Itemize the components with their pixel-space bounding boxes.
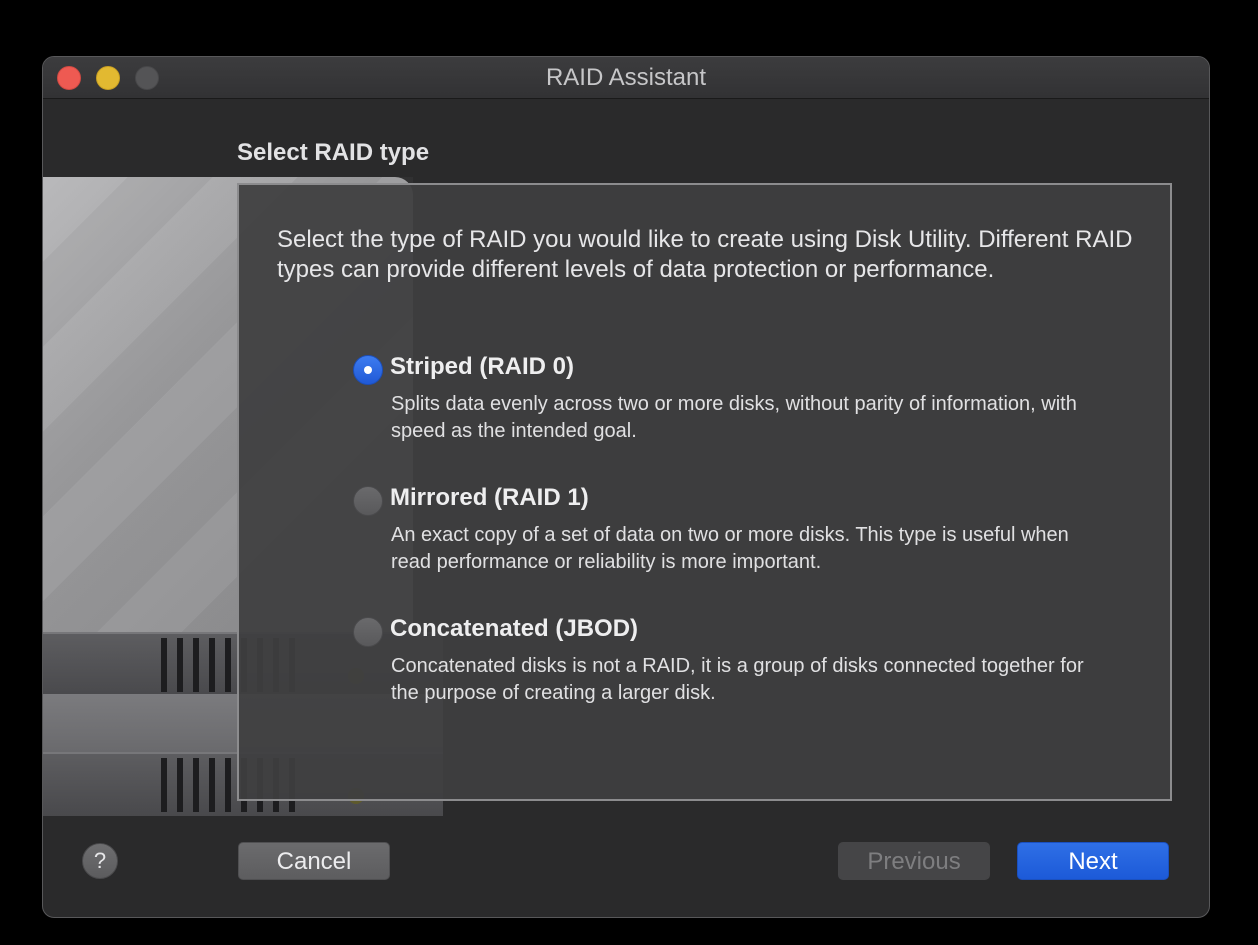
radio-button[interactable] bbox=[353, 617, 383, 647]
title-bar[interactable]: RAID Assistant bbox=[43, 57, 1209, 99]
option-label[interactable]: Concatenated (JBOD) bbox=[390, 615, 638, 643]
vent-slot bbox=[161, 638, 167, 692]
vent-slot bbox=[161, 758, 167, 812]
option-label[interactable]: Striped (RAID 0) bbox=[390, 353, 574, 381]
previous-button: Previous bbox=[838, 842, 990, 880]
vent-slot bbox=[209, 758, 215, 812]
option-description: Concatenated disks is not a RAID, it is … bbox=[391, 655, 1084, 704]
window-title: RAID Assistant bbox=[545, 64, 707, 91]
vent-slot bbox=[209, 638, 215, 692]
vent-slot bbox=[225, 638, 231, 692]
vent-slot bbox=[193, 758, 199, 812]
raid-type-panel: Select the type of RAID you would like t… bbox=[237, 183, 1172, 801]
vent-slot bbox=[225, 758, 231, 812]
option-description: Splits data evenly across two or more di… bbox=[391, 393, 1077, 442]
radio-button-selected[interactable] bbox=[353, 355, 383, 385]
page-heading: Select RAID type bbox=[237, 139, 430, 166]
intro-text: Select the type of RAID you would like t… bbox=[277, 226, 1133, 283]
option-description: An exact copy of a set of data on two or… bbox=[391, 524, 1069, 573]
cancel-button[interactable]: Cancel bbox=[238, 842, 390, 880]
next-button[interactable]: Next bbox=[1017, 842, 1169, 880]
option-label[interactable]: Mirrored (RAID 1) bbox=[390, 484, 589, 512]
radio-dot bbox=[364, 366, 372, 374]
vent-slot bbox=[177, 638, 183, 692]
radio-button[interactable] bbox=[353, 486, 383, 516]
vent-slot bbox=[193, 638, 199, 692]
help-button[interactable]: ? bbox=[82, 843, 118, 879]
raid-assistant-window: RAID Assistant Select RAID type Select t… bbox=[42, 56, 1210, 918]
question-mark-icon: ? bbox=[93, 848, 107, 873]
vent-slot bbox=[177, 758, 183, 812]
